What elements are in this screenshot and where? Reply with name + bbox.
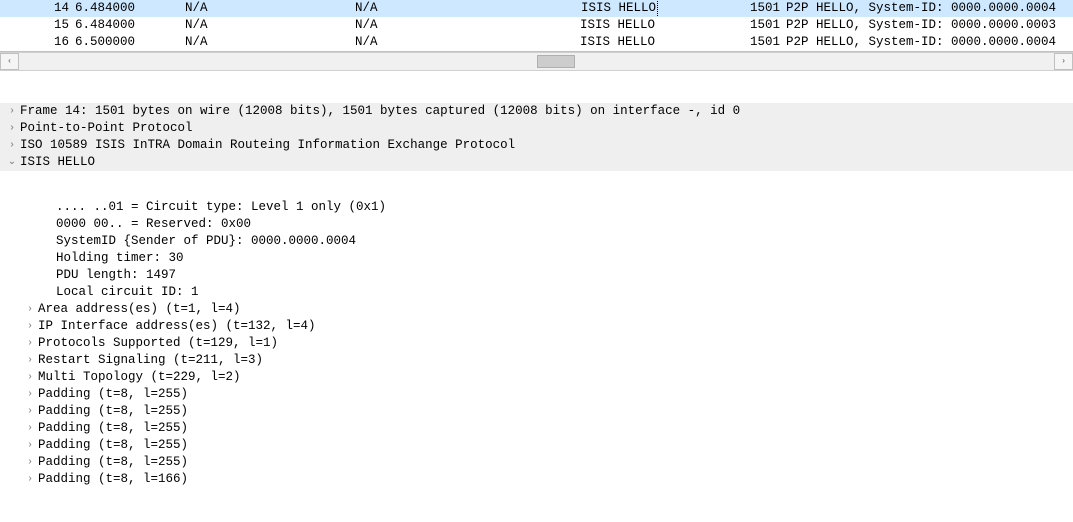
tree-node-label: .... ..01 = Circuit type: Level 1 only (… — [56, 199, 386, 216]
col-dst: N/A — [355, 34, 580, 51]
chevron-down-icon[interactable] — [6, 154, 18, 171]
tree-node-label: Local circuit ID: 1 — [56, 284, 199, 301]
col-proto: ISIS HELLO — [580, 0, 730, 17]
tree-node-label: Padding (t=8, l=255) — [38, 437, 188, 454]
col-src: N/A — [185, 0, 355, 17]
tree-node[interactable]: Frame 14: 1501 bytes on wire (12008 bits… — [0, 103, 1073, 120]
packet-details-tree[interactable]: Frame 14: 1501 bytes on wire (12008 bits… — [0, 71, 1073, 522]
col-src: N/A — [185, 17, 355, 34]
tree-node-label: Point-to-Point Protocol — [20, 120, 193, 137]
tree-node-label: PDU length: 1497 — [56, 267, 176, 284]
tree-node: PDU length: 1497 — [0, 267, 1073, 284]
horizontal-scrollbar[interactable]: ‹ › — [0, 52, 1073, 71]
col-time: 6.500000 — [75, 34, 185, 51]
tree-node-label: 0000 00.. = Reserved: 0x00 — [56, 216, 251, 233]
packet-row[interactable]: 166.500000N/AN/AISIS HELLO1501P2P HELLO,… — [0, 34, 1073, 51]
tree-node[interactable]: Area address(es) (t=1, l=4) — [0, 301, 1073, 318]
col-time: 6.484000 — [75, 17, 185, 34]
scrollbar-track[interactable] — [19, 53, 1054, 70]
packet-row[interactable]: 146.484000N/AN/AISIS HELLO1501P2P HELLO,… — [0, 0, 1073, 17]
tree-node-label: Padding (t=8, l=255) — [38, 420, 188, 437]
tree-node[interactable]: ISIS HELLO — [0, 154, 1073, 171]
tree-node: .... ..01 = Circuit type: Level 1 only (… — [0, 199, 1073, 216]
tree-node-label: ISIS HELLO — [20, 154, 95, 171]
tree-node[interactable]: Point-to-Point Protocol — [0, 120, 1073, 137]
scrollbar-thumb[interactable] — [537, 55, 575, 68]
tree-node-label: ISO 10589 ISIS InTRA Domain Routeing Inf… — [20, 137, 515, 154]
tree-node-label: Padding (t=8, l=255) — [38, 386, 188, 403]
tree-node: SystemID {Sender of PDU}: 0000.0000.0004 — [0, 233, 1073, 250]
tree-node: Holding timer: 30 — [0, 250, 1073, 267]
tree-node[interactable]: IP Interface address(es) (t=132, l=4) — [0, 318, 1073, 335]
col-no: 16 — [4, 34, 75, 51]
tree-node[interactable]: ISO 10589 ISIS InTRA Domain Routeing Inf… — [0, 137, 1073, 154]
tree-node[interactable]: Multi Topology (t=229, l=2) — [0, 369, 1073, 386]
col-no: 15 — [4, 17, 75, 34]
tree-node[interactable]: Restart Signaling (t=211, l=3) — [0, 352, 1073, 369]
col-dst: N/A — [355, 17, 580, 34]
col-proto: ISIS HELLO — [580, 34, 730, 51]
tree-node-label: IP Interface address(es) (t=132, l=4) — [38, 318, 316, 335]
col-no: 14 — [4, 0, 75, 17]
chevron-right-icon[interactable] — [24, 352, 36, 369]
col-dst: N/A — [355, 0, 580, 17]
tree-node[interactable]: Padding (t=8, l=255) — [0, 403, 1073, 420]
tree-node: Local circuit ID: 1 — [0, 284, 1073, 301]
col-info: P2P HELLO, System-ID: 0000.0000.0004 — [786, 34, 1069, 51]
col-src: N/A — [185, 34, 355, 51]
chevron-right-icon[interactable] — [24, 420, 36, 437]
chevron-right-icon[interactable] — [24, 386, 36, 403]
col-info: P2P HELLO, System-ID: 0000.0000.0004 — [786, 0, 1069, 17]
chevron-right-icon[interactable] — [24, 369, 36, 386]
tree-node-label: Padding (t=8, l=255) — [38, 454, 188, 471]
tree-node[interactable]: Padding (t=8, l=255) — [0, 437, 1073, 454]
col-proto: ISIS HELLO — [580, 17, 730, 34]
tree-node-label: Padding (t=8, l=255) — [38, 403, 188, 420]
tree-node[interactable]: Padding (t=8, l=255) — [0, 386, 1073, 403]
chevron-right-icon[interactable] — [6, 103, 18, 120]
tree-node-label: Protocols Supported (t=129, l=1) — [38, 335, 278, 352]
col-time: 6.484000 — [75, 0, 185, 17]
packet-row[interactable]: 156.484000N/AN/AISIS HELLO1501P2P HELLO,… — [0, 17, 1073, 34]
tree-node[interactable]: Protocols Supported (t=129, l=1) — [0, 335, 1073, 352]
tree-node-label: Restart Signaling (t=211, l=3) — [38, 352, 263, 369]
packet-list[interactable]: 146.484000N/AN/AISIS HELLO1501P2P HELLO,… — [0, 0, 1073, 52]
col-len: 1501 — [730, 17, 786, 34]
chevron-right-icon[interactable] — [24, 454, 36, 471]
col-info: P2P HELLO, System-ID: 0000.0000.0003 — [786, 17, 1069, 34]
chevron-right-icon[interactable] — [6, 137, 18, 154]
chevron-right-icon[interactable] — [24, 318, 36, 335]
tree-node: 0000 00.. = Reserved: 0x00 — [0, 216, 1073, 233]
col-len: 1501 — [730, 0, 786, 17]
tree-node[interactable]: Padding (t=8, l=255) — [0, 420, 1073, 437]
chevron-right-icon[interactable] — [24, 471, 36, 488]
col-len: 1501 — [730, 34, 786, 51]
chevron-right-icon[interactable] — [24, 437, 36, 454]
chevron-right-icon[interactable] — [24, 301, 36, 318]
tree-node[interactable]: Padding (t=8, l=166) — [0, 471, 1073, 488]
chevron-right-icon[interactable] — [6, 120, 18, 137]
tree-node[interactable]: Padding (t=8, l=255) — [0, 454, 1073, 471]
tree-node-label: Frame 14: 1501 bytes on wire (12008 bits… — [20, 103, 740, 120]
tree-node-label: Multi Topology (t=229, l=2) — [38, 369, 241, 386]
chevron-right-icon[interactable] — [24, 335, 36, 352]
tree-node-label: SystemID {Sender of PDU}: 0000.0000.0004 — [56, 233, 356, 250]
tree-node-label: Padding (t=8, l=166) — [38, 471, 188, 488]
scroll-left-button[interactable]: ‹ — [0, 53, 19, 70]
chevron-right-icon[interactable] — [24, 403, 36, 420]
scroll-right-button[interactable]: › — [1054, 53, 1073, 70]
tree-node-label: Area address(es) (t=1, l=4) — [38, 301, 241, 318]
tree-node-label: Holding timer: 30 — [56, 250, 184, 267]
